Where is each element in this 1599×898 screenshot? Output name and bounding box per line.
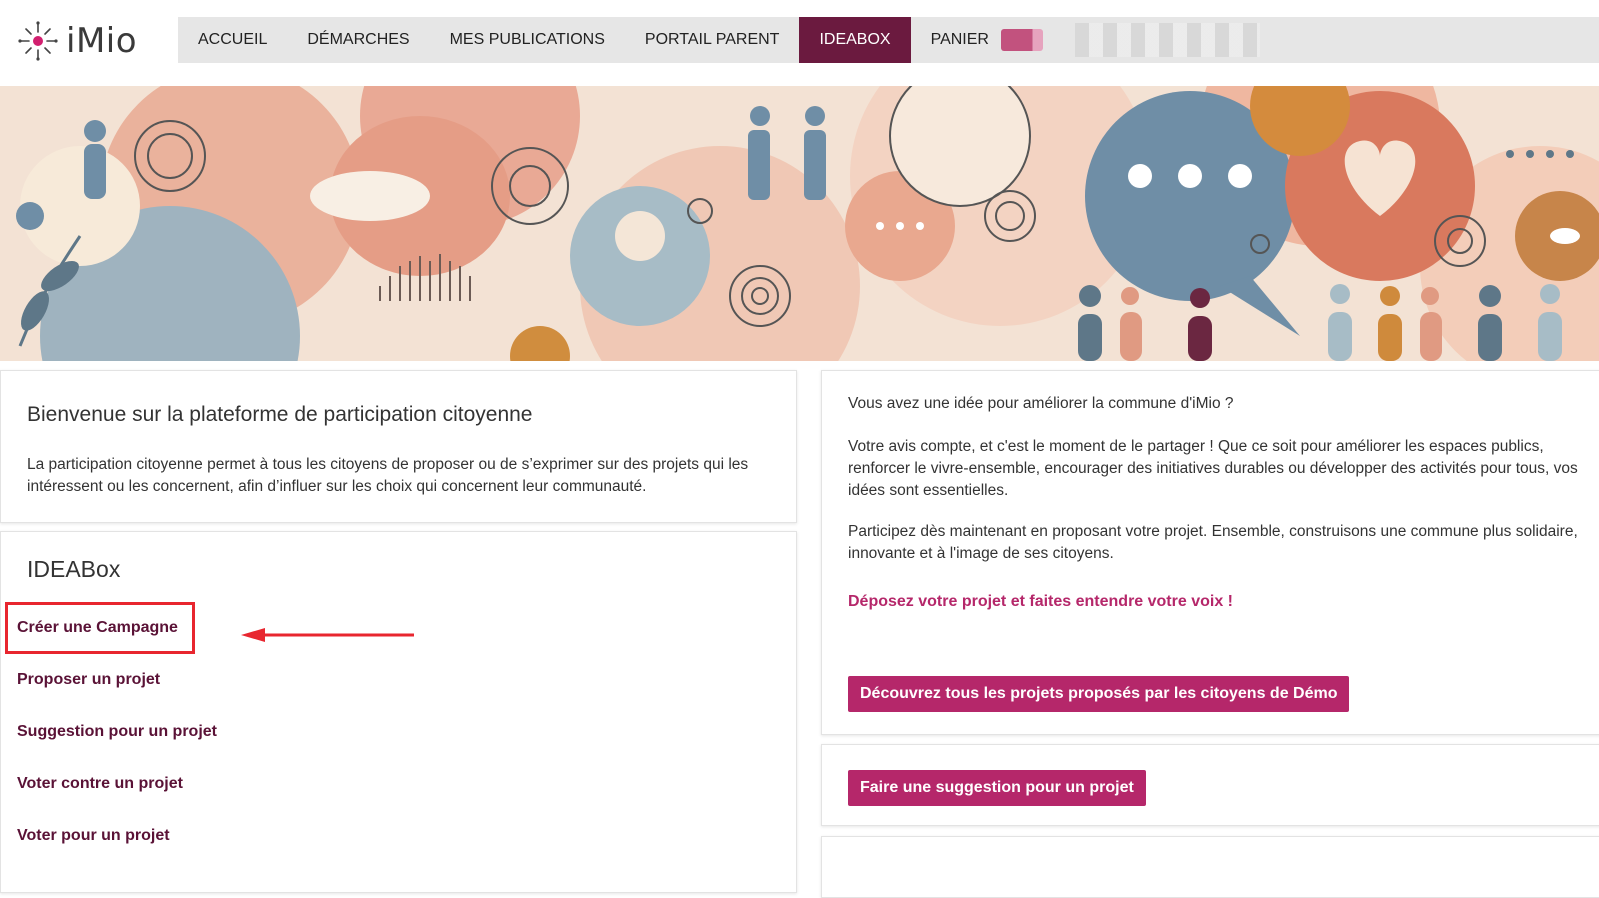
site-logo[interactable]: iMio (18, 18, 137, 64)
nav-item-panier[interactable]: PANIER (911, 17, 1063, 63)
nav-item-mes-publications[interactable]: MES PUBLICATIONS (430, 17, 625, 63)
ideabox-title: IDEABox (27, 556, 121, 582)
annotation-arrow-icon (241, 628, 414, 642)
nav-item-accueil[interactable]: ACCUEIL (178, 17, 287, 63)
welcome-title: Bienvenue sur la plateforme de participa… (27, 403, 533, 426)
link-voter-contre[interactable]: Voter contre un projet (17, 775, 183, 793)
discover-projects-button[interactable]: Découvrez tous les projets proposés par … (848, 676, 1350, 712)
logo-starburst-icon (18, 21, 58, 61)
nav-item-demarches[interactable]: DÉMARCHES (287, 17, 429, 63)
link-creer-campagne[interactable]: Créer une Campagne (17, 619, 178, 637)
info-paragraph-2: Participez dès maintenant en proposant v… (848, 523, 1578, 562)
link-suggestion-projet[interactable]: Suggestion pour un projet (17, 723, 217, 741)
welcome-card: Bienvenue sur la plateforme de participa… (0, 370, 797, 523)
info-paragraph-1: Votre avis compte, et c'est le moment de… (848, 438, 1578, 499)
cart-badge (1000, 29, 1043, 51)
info-question: Vous avez une idée pour améliorer la com… (848, 395, 1234, 412)
ideabox-card: IDEABox Créer une Campagne Proposer un p… (0, 531, 797, 893)
blurred-user-area (1074, 23, 1260, 57)
empty-card (821, 836, 1599, 898)
banner-illustration (0, 86, 1599, 361)
welcome-text: La participation citoyenne permet à tous… (27, 456, 749, 495)
main-nav: ACCUEIL DÉMARCHES MES PUBLICATIONS PORTA… (178, 17, 1599, 63)
info-cta-text: Déposez votre projet et faites entendre … (848, 593, 1233, 610)
nav-item-ideabox[interactable]: IDEABOX (799, 17, 911, 63)
nav-item-portail-parent[interactable]: PORTAIL PARENT (625, 17, 800, 63)
link-proposer-projet[interactable]: Proposer un projet (17, 671, 160, 689)
info-card: Vous avez une idée pour améliorer la com… (821, 370, 1599, 735)
link-voter-pour[interactable]: Voter pour un projet (17, 827, 170, 845)
suggestion-button[interactable]: Faire une suggestion pour un projet (848, 770, 1146, 806)
nav-item-panier-label: PANIER (930, 31, 989, 48)
logo-text: iMio (66, 21, 138, 61)
suggestion-card: Faire une suggestion pour un projet (821, 744, 1599, 826)
hero-banner (0, 86, 1599, 361)
